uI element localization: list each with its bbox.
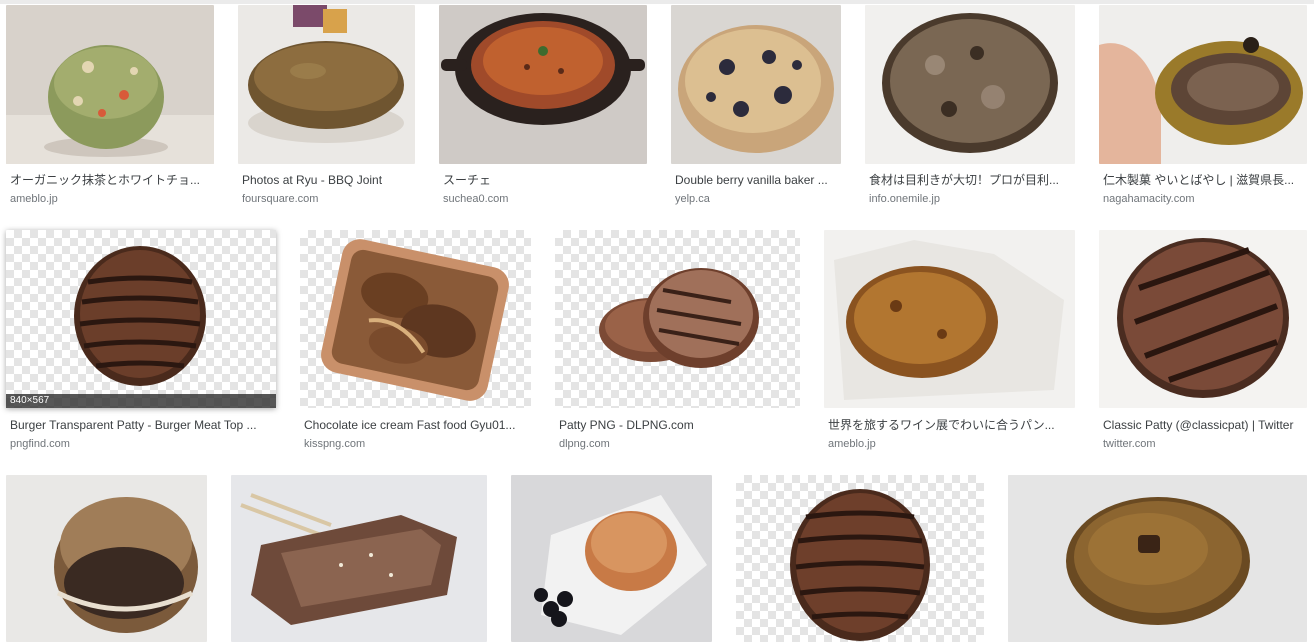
result-domain: nagahamacity.com xyxy=(1103,193,1195,205)
result-tile[interactable]: Photos at Ryu - BBQ Joint foursquare.com xyxy=(238,5,415,210)
filled-bun-image xyxy=(1099,5,1307,164)
result-domain: dlpng.com xyxy=(559,438,610,450)
result-title[interactable]: 世界を旅するワイン展でわいに合うパン... xyxy=(828,417,1075,433)
result-tile[interactable]: Double berry vanilla baker ... yelp.ca xyxy=(671,5,841,210)
result-tile[interactable]: 仁木製菓 やいとばやし | 滋賀県長... nagahamacity.com xyxy=(1099,5,1307,210)
result-title[interactable]: Chocolate ice cream Fast food Gyu01... xyxy=(304,417,531,433)
result-tile[interactable]: 840×567 Burger Transparent Patty - Burge… xyxy=(6,230,276,450)
result-title[interactable]: 仁木製菓 やいとばやし | 滋賀県長... xyxy=(1103,172,1307,188)
skillet-dish-image xyxy=(439,5,647,164)
result-title[interactable]: オーガニック抹茶とホワイトチョ... xyxy=(10,172,214,188)
result-tile[interactable]: Patty PNG - DLPNG.com dlpng.com xyxy=(555,230,800,450)
result-domain: suchea0.com xyxy=(443,193,509,205)
two-patties-image xyxy=(599,268,759,368)
result-tile[interactable] xyxy=(736,475,984,642)
gyudon-tray-image xyxy=(321,239,509,401)
matcha-scone-image xyxy=(6,5,214,164)
result-title[interactable]: Photos at Ryu - BBQ Joint xyxy=(242,172,415,188)
result-title[interactable]: Patty PNG - DLPNG.com xyxy=(559,417,800,433)
result-thumbnail[interactable] xyxy=(231,475,487,642)
result-title[interactable]: 食材は目利きが大切！プロが目利... xyxy=(869,172,1075,188)
result-tile[interactable] xyxy=(511,475,712,642)
result-title[interactable]: Classic Patty (@classicpat) | Twitter xyxy=(1103,417,1307,433)
classic-patty-image xyxy=(1099,230,1307,408)
result-thumbnail[interactable] xyxy=(511,475,712,642)
orange-scone-image xyxy=(511,475,712,642)
result-thumbnail[interactable] xyxy=(6,475,207,642)
result-thumbnail[interactable] xyxy=(6,230,276,408)
result-domain: pngfind.com xyxy=(10,438,70,450)
fried-bun-image xyxy=(824,230,1075,408)
top-divider xyxy=(0,0,1314,4)
result-thumbnail[interactable] xyxy=(300,230,531,408)
result-domain: yelp.ca xyxy=(675,193,710,205)
baked-bun-image xyxy=(1008,475,1307,642)
result-domain: twitter.com xyxy=(1103,438,1156,450)
result-tile[interactable] xyxy=(6,475,207,642)
result-domain: ameblo.jp xyxy=(10,193,58,205)
result-thumbnail[interactable] xyxy=(439,5,647,164)
result-tile[interactable] xyxy=(231,475,487,642)
result-tile[interactable]: 食材は目利きが大切！プロが目利... info.onemile.jp xyxy=(865,5,1075,210)
result-title[interactable]: Burger Transparent Patty - Burger Meat T… xyxy=(10,417,272,433)
image-dimensions-badge: 840×567 xyxy=(6,394,276,408)
meat-bun-image xyxy=(6,475,207,642)
result-thumbnail[interactable] xyxy=(736,475,984,642)
skewer-meat-image xyxy=(231,475,487,642)
result-thumbnail[interactable] xyxy=(238,5,415,164)
result-thumbnail[interactable] xyxy=(824,230,1075,408)
result-tile[interactable]: Chocolate ice cream Fast food Gyu01... k… xyxy=(300,230,531,450)
result-domain: foursquare.com xyxy=(242,193,319,205)
result-title[interactable]: スーチェ xyxy=(443,172,647,188)
result-thumbnail[interactable] xyxy=(1099,230,1307,408)
result-tile[interactable]: Classic Patty (@classicpat) | Twitter tw… xyxy=(1099,230,1307,450)
result-domain: kisspng.com xyxy=(304,438,366,450)
result-thumbnail[interactable] xyxy=(865,5,1075,164)
burger-patty-image xyxy=(74,246,206,386)
result-tile[interactable]: 世界を旅するワイン展でわいに合うパン... ameblo.jp xyxy=(824,230,1075,450)
result-tile[interactable]: オーガニック抹茶とホワイトチョ... ameblo.jp xyxy=(6,5,214,210)
result-tile[interactable]: スーチェ suchea0.com xyxy=(439,5,647,210)
berry-scone-image xyxy=(671,5,841,164)
grilled-patty-image xyxy=(865,5,1075,164)
result-thumbnail[interactable] xyxy=(6,5,214,164)
result-thumbnail[interactable] xyxy=(671,5,841,164)
result-thumbnail[interactable] xyxy=(1008,475,1307,642)
result-domain: info.onemile.jp xyxy=(869,193,940,205)
result-domain: ameblo.jp xyxy=(828,438,876,450)
result-title[interactable]: Double berry vanilla baker ... xyxy=(675,172,841,188)
result-tile[interactable] xyxy=(1008,475,1307,642)
result-thumbnail[interactable] xyxy=(1099,5,1307,164)
patty-transparent-image xyxy=(790,489,930,641)
result-thumbnail[interactable] xyxy=(555,230,800,408)
hamburg-steak-image xyxy=(238,5,415,164)
